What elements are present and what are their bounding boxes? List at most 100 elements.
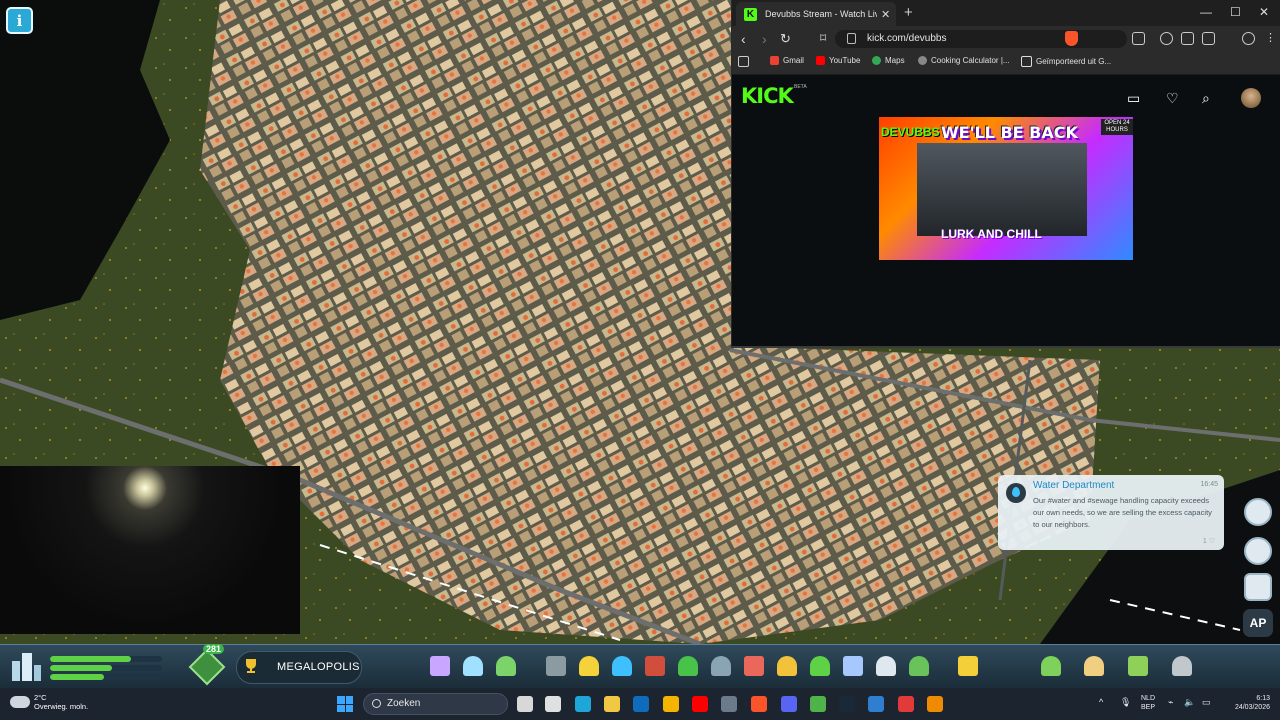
user-avatar[interactable] — [1241, 88, 1261, 108]
garbage-icon[interactable] — [645, 656, 665, 676]
battery-icon[interactable]: ▭ — [1202, 697, 1211, 708]
parks-icon[interactable] — [810, 656, 830, 676]
vpn-icon[interactable] — [1242, 32, 1255, 45]
bookmark-cooking-calculator[interactable]: Cooking Calculator |... — [918, 56, 1010, 65]
maximize-icon[interactable]: ☐ — [1230, 5, 1241, 19]
zoning-icon[interactable] — [463, 656, 483, 676]
bookmarks-bar: Gmail YouTube Maps Cooking Calculator |.… — [732, 52, 1280, 75]
minimize-icon[interactable]: — — [1200, 5, 1212, 19]
bookmark-youtube[interactable]: YouTube — [816, 56, 860, 65]
search-icon[interactable]: ⌕ — [1202, 90, 1210, 107]
notification-sender: Water Department — [1033, 480, 1115, 491]
reload-icon[interactable]: ↻ — [780, 31, 791, 47]
level-badge[interactable] — [188, 648, 226, 686]
journal-icon[interactable] — [1244, 573, 1272, 601]
address-bar[interactable]: kick.com/devubbs — [835, 30, 1127, 48]
wallet-icon[interactable] — [1202, 32, 1215, 45]
stat-bar-2 — [50, 665, 162, 671]
sidebar-icon[interactable] — [1181, 32, 1194, 45]
windows-start-icon[interactable] — [337, 696, 353, 712]
chrome-icon[interactable] — [663, 696, 679, 712]
app-icon[interactable] — [868, 696, 884, 712]
file-explorer-icon[interactable] — [604, 696, 620, 712]
tray-chevron-icon[interactable]: ^ — [1099, 697, 1103, 707]
stream-scene — [917, 143, 1087, 236]
browser-window: K Devubbs Stream - Watch Live o ✕ + — ☐ … — [731, 0, 1280, 348]
bulldozer-icon[interactable] — [1172, 656, 1192, 676]
kick-beta-tag: BETA — [794, 84, 807, 90]
rail-icon[interactable] — [546, 656, 566, 676]
landscaping-icon[interactable] — [909, 656, 929, 676]
bookmark-icon[interactable]: ⌑ — [820, 31, 826, 45]
citizen-icon[interactable] — [1244, 537, 1272, 565]
wonders-icon[interactable] — [1041, 656, 1061, 676]
url-text: kick.com/devubbs — [867, 33, 947, 44]
browse-icon[interactable]: ▭ — [1127, 90, 1140, 107]
media-icon[interactable] — [1160, 32, 1173, 45]
webcam-overlay — [0, 466, 300, 634]
store-icon[interactable] — [545, 696, 561, 712]
info-icon[interactable] — [876, 656, 896, 676]
calculator-icon[interactable] — [721, 696, 737, 712]
discord-icon[interactable] — [781, 696, 797, 712]
search-icon — [372, 699, 381, 708]
clock[interactable]: 6:13 24/03/2026 — [1222, 694, 1270, 712]
volume-icon[interactable]: 🔈 — [1184, 697, 1195, 708]
kick-logo[interactable]: KICK — [741, 84, 794, 108]
brave-icon[interactable] — [751, 696, 767, 712]
browser-tab[interactable]: K Devubbs Stream - Watch Live o ✕ — [736, 2, 896, 26]
stream-title: WE'LL BE BACK — [941, 123, 1078, 142]
electricity-icon[interactable] — [579, 656, 599, 676]
chirper-button[interactable] — [1244, 498, 1272, 526]
roads-icon[interactable] — [430, 656, 450, 676]
robot-app-icon[interactable] — [810, 696, 826, 712]
water-icon[interactable] — [612, 656, 632, 676]
city-stats-bars[interactable] — [50, 656, 162, 683]
bookmark-maps[interactable]: Maps — [872, 56, 905, 65]
milestone-panel[interactable]: MEGALOPOLIS — [236, 651, 362, 684]
stream-player[interactable]: DEVUBBS WE'LL BE BACK OPEN 24 HOURS LURK… — [879, 117, 1133, 260]
taskbar-search[interactable]: Zoeken — [363, 693, 508, 715]
tab-search-icon[interactable] — [1132, 32, 1145, 45]
education-icon[interactable] — [711, 656, 731, 676]
stat-bar-3 — [50, 674, 162, 680]
notification-likes[interactable]: 1 ♡ — [1203, 537, 1215, 545]
unique-buildings-icon[interactable] — [1084, 656, 1104, 676]
police-icon[interactable] — [777, 656, 797, 676]
info-button[interactable]: i — [6, 7, 33, 34]
menu-icon[interactable]: ⋮ — [1265, 31, 1276, 44]
task-view-icon[interactable] — [517, 696, 533, 712]
milestone-label: MEGALOPOLIS — [277, 661, 360, 673]
following-heart-icon[interactable]: ♡ — [1166, 90, 1179, 107]
close-tab-icon[interactable]: ✕ — [881, 8, 890, 21]
search-placeholder: Zoeken — [387, 698, 421, 709]
microphone-icon[interactable]: 🎙 — [1120, 697, 1131, 708]
bookmark-folder-imported[interactable]: Geïmporteerd uit G... — [1021, 56, 1111, 67]
forward-icon[interactable]: › — [762, 31, 767, 47]
outlook-icon[interactable] — [633, 696, 649, 712]
popcorn-icon[interactable] — [898, 696, 914, 712]
ap-button[interactable]: AP — [1243, 609, 1273, 637]
close-window-icon[interactable]: ✕ — [1259, 5, 1269, 19]
monument-icon[interactable] — [958, 656, 978, 676]
districts-icon[interactable] — [496, 656, 516, 676]
back-icon[interactable]: ‹ — [741, 31, 746, 47]
site-info-icon[interactable] — [847, 33, 856, 44]
brave-shields-icon[interactable] — [1065, 31, 1078, 46]
youtube-icon[interactable] — [692, 696, 708, 712]
population-icon[interactable] — [8, 649, 44, 685]
edge-icon[interactable] — [575, 696, 591, 712]
bookmark-gmail[interactable]: Gmail — [770, 56, 804, 65]
network-icon[interactable]: ⌁ — [1168, 697, 1173, 708]
language-indicator[interactable]: NLD BEP — [1141, 694, 1155, 712]
apps-grid-icon[interactable] — [738, 56, 749, 67]
health-icon[interactable] — [744, 656, 764, 676]
chirper-notification[interactable]: Water Department 16:45 Our #water and #s… — [998, 475, 1224, 550]
recycling-icon[interactable] — [678, 656, 698, 676]
steam-icon[interactable] — [839, 696, 855, 712]
area-icon[interactable] — [1128, 656, 1148, 676]
transport-icon[interactable] — [843, 656, 863, 676]
cloud-icon — [10, 696, 30, 708]
new-tab-icon[interactable]: + — [904, 4, 913, 21]
vlc-icon[interactable] — [927, 696, 943, 712]
